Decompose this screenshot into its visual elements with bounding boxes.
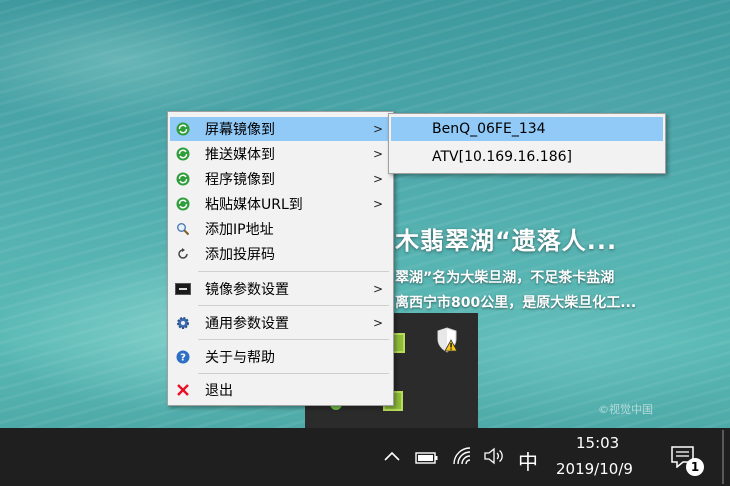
- menu-item-screen-mirror[interactable]: 屏幕镜像到 >: [170, 117, 391, 141]
- svg-text:?: ?: [180, 353, 186, 364]
- cast-green-icon: [175, 196, 191, 212]
- chevron-right-icon: >: [372, 147, 384, 161]
- menu-item-add-ip[interactable]: 添加IP地址: [170, 217, 391, 241]
- menu-separator: [198, 373, 389, 374]
- menu-item-add-cast-code[interactable]: 添加投屏码: [170, 242, 391, 266]
- battery-icon[interactable]: [415, 450, 439, 469]
- submenu-item-device[interactable]: BenQ_06FE_134: [391, 117, 663, 141]
- menu-item-label: 添加IP地址: [205, 222, 274, 238]
- monitor-icon: [175, 281, 191, 297]
- notification-count-badge: 1: [686, 458, 704, 476]
- cast-green-icon: [175, 171, 191, 187]
- gear-icon: [175, 315, 191, 331]
- chevron-right-icon: >: [372, 316, 384, 330]
- security-shield-icon[interactable]: [436, 327, 458, 353]
- cast-green-icon: [175, 146, 191, 162]
- menu-item-label: 程序镜像到: [205, 172, 275, 188]
- menu-separator: [198, 305, 389, 306]
- chevron-right-icon: >: [372, 197, 384, 211]
- cast-green-icon: [175, 121, 191, 137]
- menu-item-label: 退出: [205, 383, 233, 399]
- menu-item-app-mirror[interactable]: 程序镜像到 >: [170, 167, 391, 191]
- menu-item-label: 屏幕镜像到: [205, 122, 275, 138]
- refresh-icon: [175, 246, 191, 262]
- chevron-right-icon: >: [372, 282, 384, 296]
- menu-separator: [198, 339, 389, 340]
- menu-item-label: 添加投屏码: [205, 247, 275, 263]
- chevron-up-icon[interactable]: [382, 448, 402, 468]
- magnifier-icon: [175, 221, 191, 237]
- wallpaper-watermark: ©视觉中国: [598, 403, 653, 416]
- wallpaper-caption-line1: 翠湖”名为大柴旦湖，不足茶卡盐湖: [395, 270, 615, 286]
- menu-item-label: 推送媒体到: [205, 147, 275, 163]
- menu-item-mirror-settings[interactable]: 镜像参数设置 >: [170, 277, 391, 301]
- menu-item-label: 关于与帮助: [205, 350, 275, 366]
- menu-item-label: 镜像参数设置: [205, 282, 289, 298]
- chevron-right-icon: >: [372, 122, 384, 136]
- wallpaper-caption-line2: 离西宁市800公里，是原大柴旦化工...: [395, 295, 637, 311]
- submenu-item-device[interactable]: ATV[10.169.16.186]: [391, 145, 663, 169]
- menu-item-exit[interactable]: 退出: [170, 378, 391, 402]
- menu-item-label: 通用参数设置: [205, 316, 289, 332]
- menu-item-label: 粘贴媒体URL到: [205, 197, 303, 213]
- chevron-right-icon: >: [372, 172, 384, 186]
- menu-item-paste-media-url[interactable]: 粘贴媒体URL到 >: [170, 192, 391, 216]
- show-desktop-button[interactable]: [722, 430, 724, 484]
- clock-time[interactable]: 15:03: [576, 434, 619, 452]
- volume-icon[interactable]: [483, 447, 505, 469]
- wifi-icon[interactable]: [452, 446, 474, 470]
- menu-item-general-settings[interactable]: 通用参数设置 >: [170, 311, 391, 335]
- menu-item-about-help[interactable]: ? 关于与帮助: [170, 345, 391, 369]
- help-icon: ?: [175, 349, 191, 365]
- menu-separator: [198, 271, 389, 272]
- close-x-icon: [175, 382, 191, 398]
- device-submenu: BenQ_06FE_134 ATV[10.169.16.186]: [388, 113, 666, 174]
- menu-item-push-media[interactable]: 推送媒体到 >: [170, 142, 391, 166]
- ime-indicator[interactable]: 中: [518, 446, 538, 475]
- wallpaper-caption-title: 木翡翠湖“遗落人...: [395, 227, 618, 255]
- clock-date[interactable]: 2019/10/9: [556, 460, 633, 478]
- context-menu: 屏幕镜像到 > 推送媒体到 > 程序镜像到 > 粘贴媒体URL到 > 添加IP地…: [167, 111, 394, 406]
